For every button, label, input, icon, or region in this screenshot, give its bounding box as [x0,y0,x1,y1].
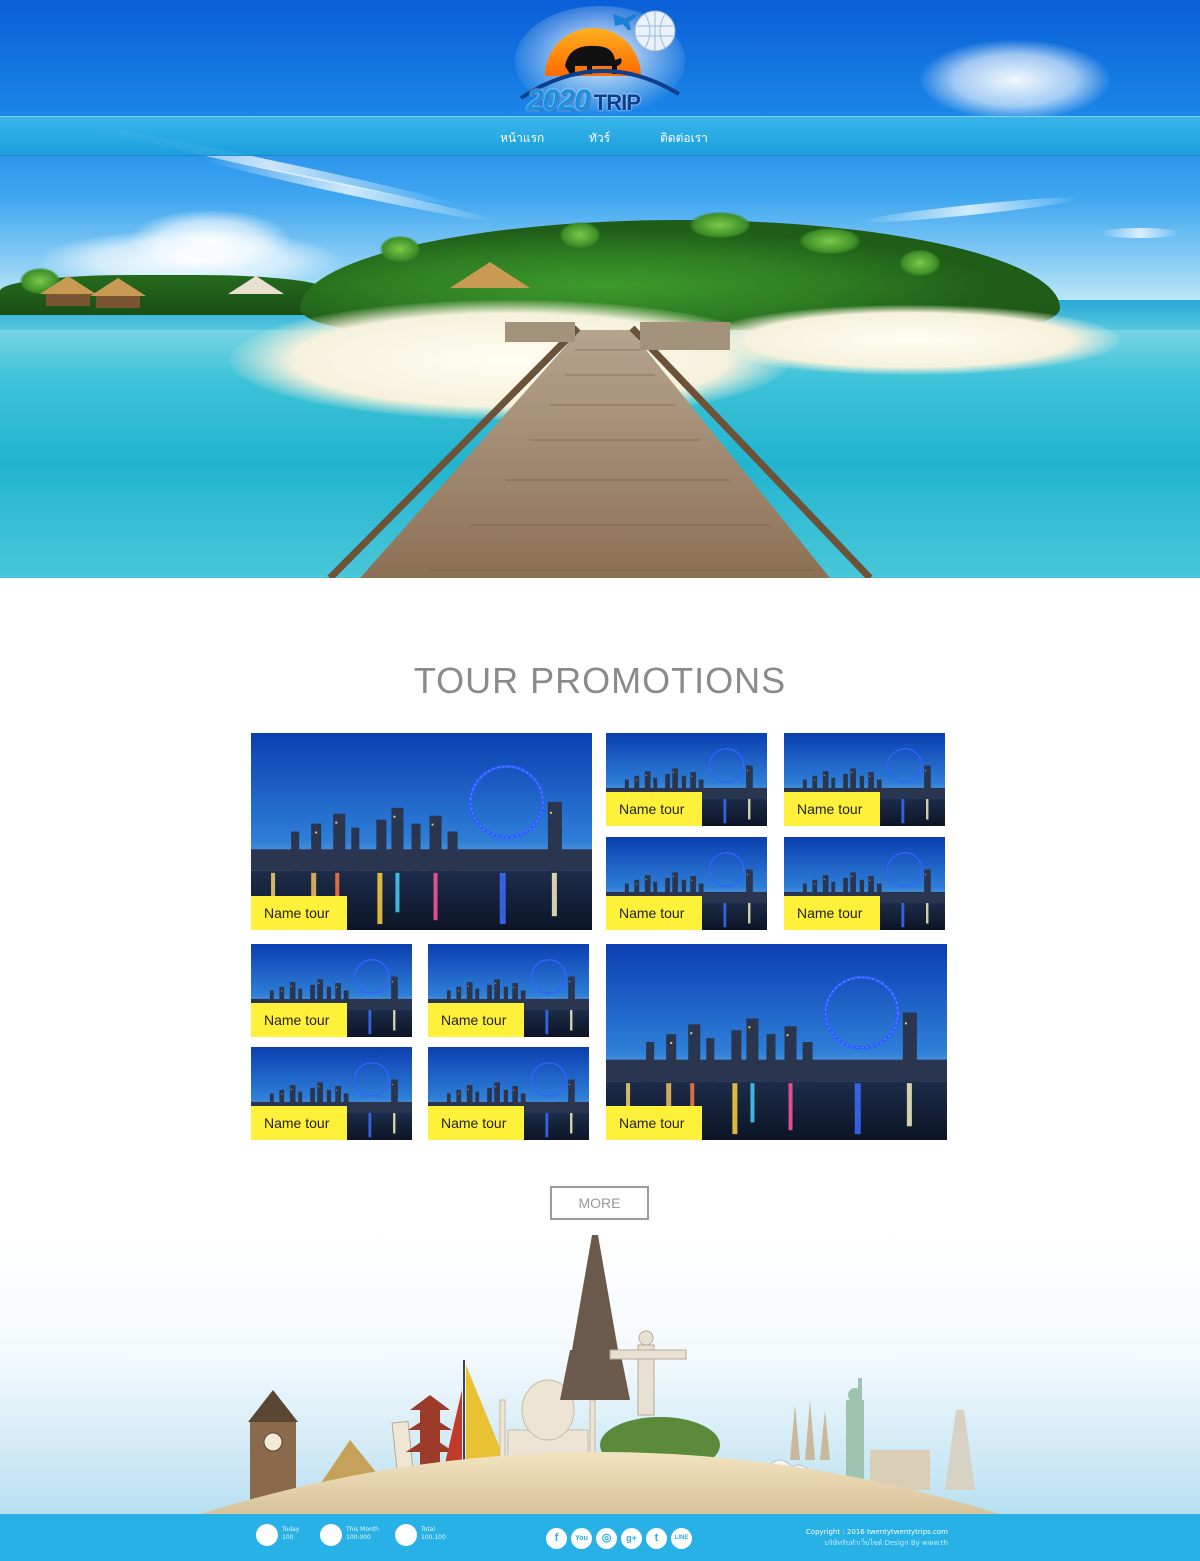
stat-label: Total [421,1526,436,1533]
stat-label: This Month [346,1526,379,1533]
stat-text: This Month 100.000 [346,1526,379,1542]
tour-card[interactable]: Name tour [251,944,412,1037]
nav-contact[interactable]: ติดต่อเรา [660,129,708,148]
tour-name: Name tour [428,1106,524,1140]
tour-card[interactable]: Name tour [428,944,589,1037]
nav-home[interactable]: หน้าแรก [500,129,544,148]
main-nav: หน้าแรก ทัวร์ ติดต่อเรา [0,116,1200,156]
nav-tours[interactable]: ทัวร์ [589,129,610,148]
tour-name: Name tour [784,896,880,930]
stat-text: Today 100 [282,1526,299,1542]
tour-card[interactable]: Name tour [606,944,947,1140]
obelisk-icon [945,1410,975,1490]
landmarks-svg [200,1235,1000,1514]
tour-card[interactable]: Name tour [784,837,945,930]
hero-banner: 2020 TRIP หน้าแรก ทัวร์ ติดต่อเรา [0,0,1200,578]
tour-name: Name tour [784,792,880,826]
tour-name: Name tour [251,1106,347,1140]
copyright-block: Copyright : 2016 twentytwentytrips.com บ… [806,1527,948,1549]
stat-text: Total 100.100 [421,1526,446,1542]
footer: Today 100 This Month 100.000 Total 100.100 … [0,1514,1200,1561]
bar-chart-icon [395,1524,417,1546]
logo-wordmark: 2020 TRIP [527,84,641,118]
statue-of-liberty-icon [846,1378,864,1480]
logo-word: TRIP [593,90,641,115]
stat-value: 100.000 [346,1534,371,1541]
sagrada-familia-icon [790,1400,830,1460]
tour-name: Name tour [606,1106,702,1140]
tour-card[interactable]: Name tour [251,1047,412,1140]
world-landmarks-illustration [0,1230,1200,1514]
youtube-icon[interactable]: You [571,1528,592,1549]
user-icon [256,1524,278,1546]
stat-value: 100.100 [421,1534,446,1541]
tour-name: Name tour [606,792,702,826]
line-icon[interactable]: LINE [671,1528,692,1549]
facebook-icon[interactable]: f [546,1528,567,1549]
tour-name: Name tour [251,896,347,930]
twitter-icon[interactable]: t [646,1528,667,1549]
stat-label: Today [282,1526,300,1533]
group-icon [320,1524,342,1546]
tour-card[interactable]: Name tour [251,733,592,930]
eiffel-tower-icon [560,1235,630,1400]
copyright-text: Copyright : 2016 twentytwentytrips.com [805,1528,948,1536]
tour-name: Name tour [606,896,702,930]
instagram-icon[interactable]: ◎ [596,1528,617,1549]
tour-card[interactable]: Name tour [428,1047,589,1140]
site-logo[interactable]: 2020 TRIP [515,6,685,118]
stat-value: 100 [282,1534,294,1541]
tour-card[interactable]: Name tour [784,733,945,826]
more-button[interactable]: MORE [550,1186,649,1220]
tour-card[interactable]: Name tour [606,837,767,930]
credit-text: บริษัทรับทำเว็บไซต์ Design By www.th [824,1539,949,1547]
tour-name: Name tour [251,1003,347,1037]
tour-name: Name tour [428,1003,524,1037]
google-plus-icon[interactable]: g+ [621,1528,642,1549]
logo-number: 2020 [527,84,591,117]
section-title: TOUR PROMOTIONS [413,660,787,701]
tour-card[interactable]: Name tour [606,733,767,826]
